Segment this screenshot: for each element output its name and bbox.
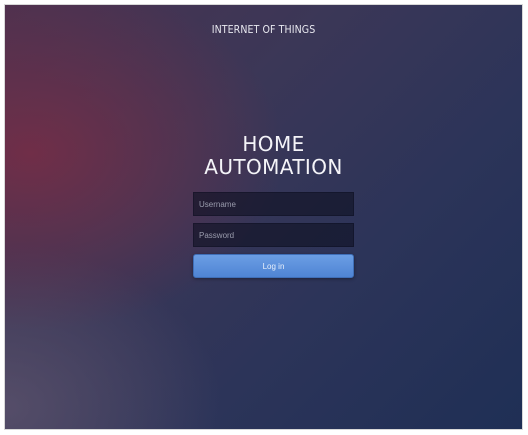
page-title: HOME AUTOMATION [193,133,354,179]
login-button[interactable]: Log in [193,254,354,278]
password-input[interactable] [193,223,354,247]
app-title: INTERNET OF THINGS [211,23,316,36]
login-screen: INTERNET OF THINGS HOME AUTOMATION Log i… [5,5,522,429]
username-input[interactable] [193,192,354,216]
login-form: HOME AUTOMATION Log in [193,133,354,278]
page-title-line2: AUTOMATION [204,155,343,179]
page-title-line1: HOME [242,132,305,156]
